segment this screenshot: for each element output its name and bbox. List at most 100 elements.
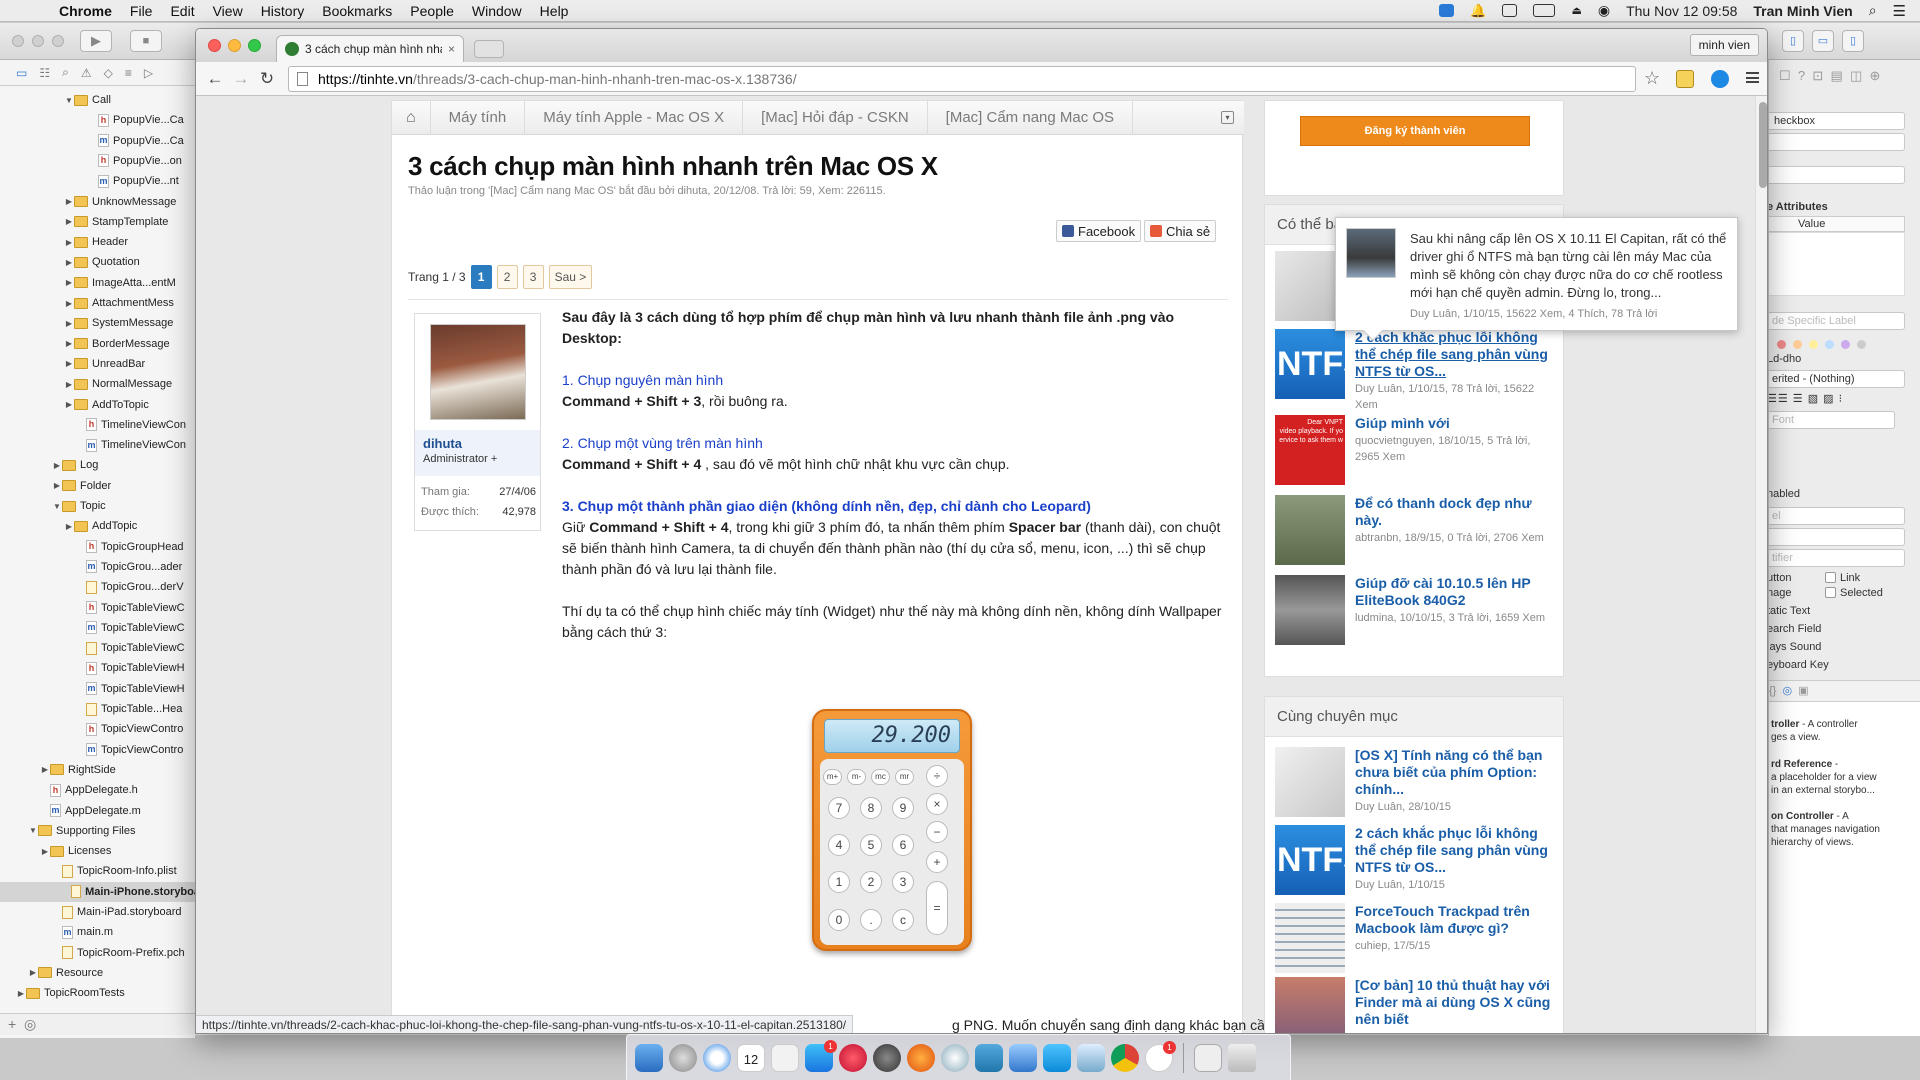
navigator-group[interactable]: ▶ UnreadBar <box>64 354 195 374</box>
disclosure-closed-icon[interactable]: ▶ <box>64 299 74 308</box>
xcode-minimize-button[interactable] <box>32 35 44 47</box>
navigator-group[interactable]: ▶ SystemMessage <box>64 313 195 333</box>
related-item[interactable]: Giúp đỡ cài 10.10.5 lên HP EliteBook 840… <box>1275 575 1560 649</box>
spotlight-search-icon[interactable]: ⌕ <box>1869 2 1877 19</box>
forward-arrow-icon[interactable]: → <box>228 69 254 89</box>
navigator-group[interactable]: ▶ TopicRoomTests <box>16 983 195 1003</box>
navigator-file[interactable]: m TopicTableViewC <box>76 618 195 638</box>
related-item-title[interactable]: Giúp mình với <box>1355 415 1555 432</box>
hint-field[interactable] <box>1769 528 1905 546</box>
navigator-group[interactable]: ▶ AddToTopic <box>64 395 195 415</box>
navigator-file[interactable]: m TimelineViewCon <box>76 435 195 455</box>
disclosure-closed-icon[interactable]: ▶ <box>64 197 74 206</box>
library-item-navigation-controller[interactable]: on Controller - Athat manages navigation… <box>1771 810 1880 849</box>
navigator-file[interactable]: m PopupVie...nt <box>88 171 195 191</box>
lock-popup[interactable]: erited - (Nothing) <box>1769 370 1905 388</box>
battery-icon[interactable] <box>1533 4 1556 17</box>
disclosure-closed-icon[interactable]: ▶ <box>64 359 74 368</box>
navigator-group[interactable]: ▶ AttachmentMess <box>64 293 195 313</box>
same-item[interactable]: [Cơ bản] 10 thủ thuật hay với Finder mà … <box>1275 977 1560 1033</box>
navigator-file[interactable]: m TopicGrou...ader <box>76 557 195 577</box>
navigator-file[interactable]: m main.m <box>52 922 195 942</box>
avatar[interactable] <box>430 324 526 420</box>
navigator-group[interactable]: ▶ ImageAtta...entM <box>64 273 195 293</box>
navigator-file[interactable]: TopicTableViewC <box>76 638 195 658</box>
inspector-tabs-icon[interactable]: ☐ ? ⊡ ▤ ◫ ⊕ <box>1779 68 1880 84</box>
navigator-file[interactable]: Main-iPad.storyboard <box>52 902 195 922</box>
profile-button[interactable]: minh vien <box>1689 34 1759 56</box>
same-item[interactable]: ForceTouch Trackpad trên Macbook làm đượ… <box>1275 903 1560 977</box>
firefox-icon[interactable] <box>907 1043 935 1072</box>
same-item-title[interactable]: ForceTouch Trackpad trên Macbook làm đượ… <box>1355 903 1555 937</box>
utilities-toggle-icon[interactable]: ▯ <box>1842 30 1864 52</box>
disclosure-closed-icon[interactable]: ▶ <box>64 319 74 328</box>
identity-field[interactable] <box>1769 166 1905 184</box>
launchpad-icon[interactable] <box>669 1043 697 1072</box>
bookmark-star-icon[interactable]: ☆ <box>1644 68 1660 89</box>
disclosure-closed-icon[interactable]: ▶ <box>52 461 62 470</box>
navigator-file[interactable]: h TopicGroupHead <box>76 537 195 557</box>
menu-people[interactable]: People <box>401 3 463 19</box>
navigator-group[interactable]: ▶ Resource <box>28 963 195 983</box>
navigator-group[interactable]: ▼ Call <box>64 90 195 110</box>
notification-center-icon[interactable]: ☰ <box>1893 2 1906 20</box>
navigator-file[interactable]: h PopupVie...Ca <box>88 110 195 130</box>
document-label-field[interactable]: de Specific Label <box>1769 312 1905 330</box>
sourcetree-icon[interactable] <box>975 1043 1003 1072</box>
navigator-file[interactable]: h TopicViewContro <box>76 719 195 739</box>
navigator-file[interactable]: h TopicTableViewC <box>76 598 195 618</box>
downloads-stack-icon[interactable] <box>1194 1043 1222 1072</box>
disclosure-open-icon[interactable]: ▼ <box>52 502 62 511</box>
itunes-icon[interactable] <box>839 1043 867 1072</box>
wifi-icon[interactable]: ◉ <box>1598 2 1610 19</box>
home-icon[interactable]: ⌂ <box>392 100 431 135</box>
airplay-icon[interactable] <box>1502 4 1518 17</box>
navigator-file[interactable]: Main-iPhone.storyboa <box>0 881 195 902</box>
menubar-user[interactable]: Tran Minh Vien <box>1753 3 1852 19</box>
skype-status-icon[interactable] <box>1439 4 1455 17</box>
font-field[interactable]: Font <box>1769 411 1895 429</box>
library-item-storyboard-reference[interactable]: rd Reference -a placeholder for a view i… <box>1771 758 1877 797</box>
navigator-file[interactable]: TopicRoom-Prefix.pch <box>52 943 195 963</box>
project-navigator-icon[interactable]: ▭ <box>16 66 27 80</box>
scrollbar-thumb[interactable] <box>1759 102 1767 188</box>
chrome-icon[interactable] <box>1111 1043 1139 1072</box>
disclosure-open-icon[interactable]: ▼ <box>28 826 38 835</box>
next-page-link[interactable]: Sau > <box>548 265 593 289</box>
trait-link[interactable]: Link <box>1825 572 1860 584</box>
disk-utility-icon[interactable] <box>941 1043 969 1072</box>
safari-icon[interactable] <box>703 1043 731 1072</box>
related-item[interactable]: Để có thanh dock đẹp như này. abtranbn, … <box>1275 495 1560 569</box>
navigator-toggle-icon[interactable]: ▯ <box>1782 30 1804 52</box>
disclosure-closed-icon[interactable]: ▶ <box>40 847 50 856</box>
same-item[interactable]: NTFS 2 cách khắc phục lỗi không thể chép… <box>1275 825 1560 899</box>
label-field[interactable]: el <box>1769 507 1905 525</box>
related-item[interactable]: NTFS 2 cách khắc phục lỗi không thể chép… <box>1275 329 1560 411</box>
author-name[interactable]: dihuta <box>423 436 532 451</box>
breadcrumb-item[interactable]: Máy tính <box>431 100 526 135</box>
messages-icon[interactable]: 1 <box>1145 1040 1176 1072</box>
disclosure-closed-icon[interactable]: ▶ <box>64 380 74 389</box>
menu-app-chrome[interactable]: Chrome <box>50 3 121 19</box>
chrome-close-button[interactable] <box>208 39 221 52</box>
navigator-group[interactable]: ▶ NormalMessage <box>64 374 195 394</box>
navigator-file[interactable]: h AppDelegate.h <box>40 780 195 800</box>
breakpoint-navigator-icon[interactable]: ▷ <box>144 66 153 80</box>
navigator-filter-bar[interactable]: + ◎ <box>0 1013 195 1035</box>
disclosure-closed-icon[interactable]: ▶ <box>28 968 38 977</box>
run-icon[interactable]: ▶ <box>80 30 112 52</box>
reload-icon[interactable]: ↻ <box>254 69 280 89</box>
navigator-group[interactable]: ▶ Log <box>52 455 195 475</box>
page-link-3[interactable]: 3 <box>522 265 544 289</box>
file-template-library-icon[interactable]: {} <box>1769 685 1776 697</box>
trait-selected[interactable]: Selected <box>1825 587 1883 599</box>
notes-icon[interactable] <box>771 1043 799 1072</box>
related-item-title[interactable]: Giúp đỡ cài 10.10.5 lên HP EliteBook 840… <box>1355 575 1555 609</box>
navigator-group[interactable]: ▼ Topic <box>52 496 195 516</box>
navigator-group[interactable]: ▶ StampTemplate <box>64 212 195 232</box>
eject-icon[interactable]: ⏏ <box>1571 4 1581 17</box>
disclosure-closed-icon[interactable]: ▶ <box>52 481 62 490</box>
test-navigator-icon[interactable]: ◇ <box>104 66 113 80</box>
symbol-navigator-icon[interactable]: ☷ <box>39 66 50 80</box>
navigator-group[interactable]: ▶ AddTopic <box>64 516 195 536</box>
